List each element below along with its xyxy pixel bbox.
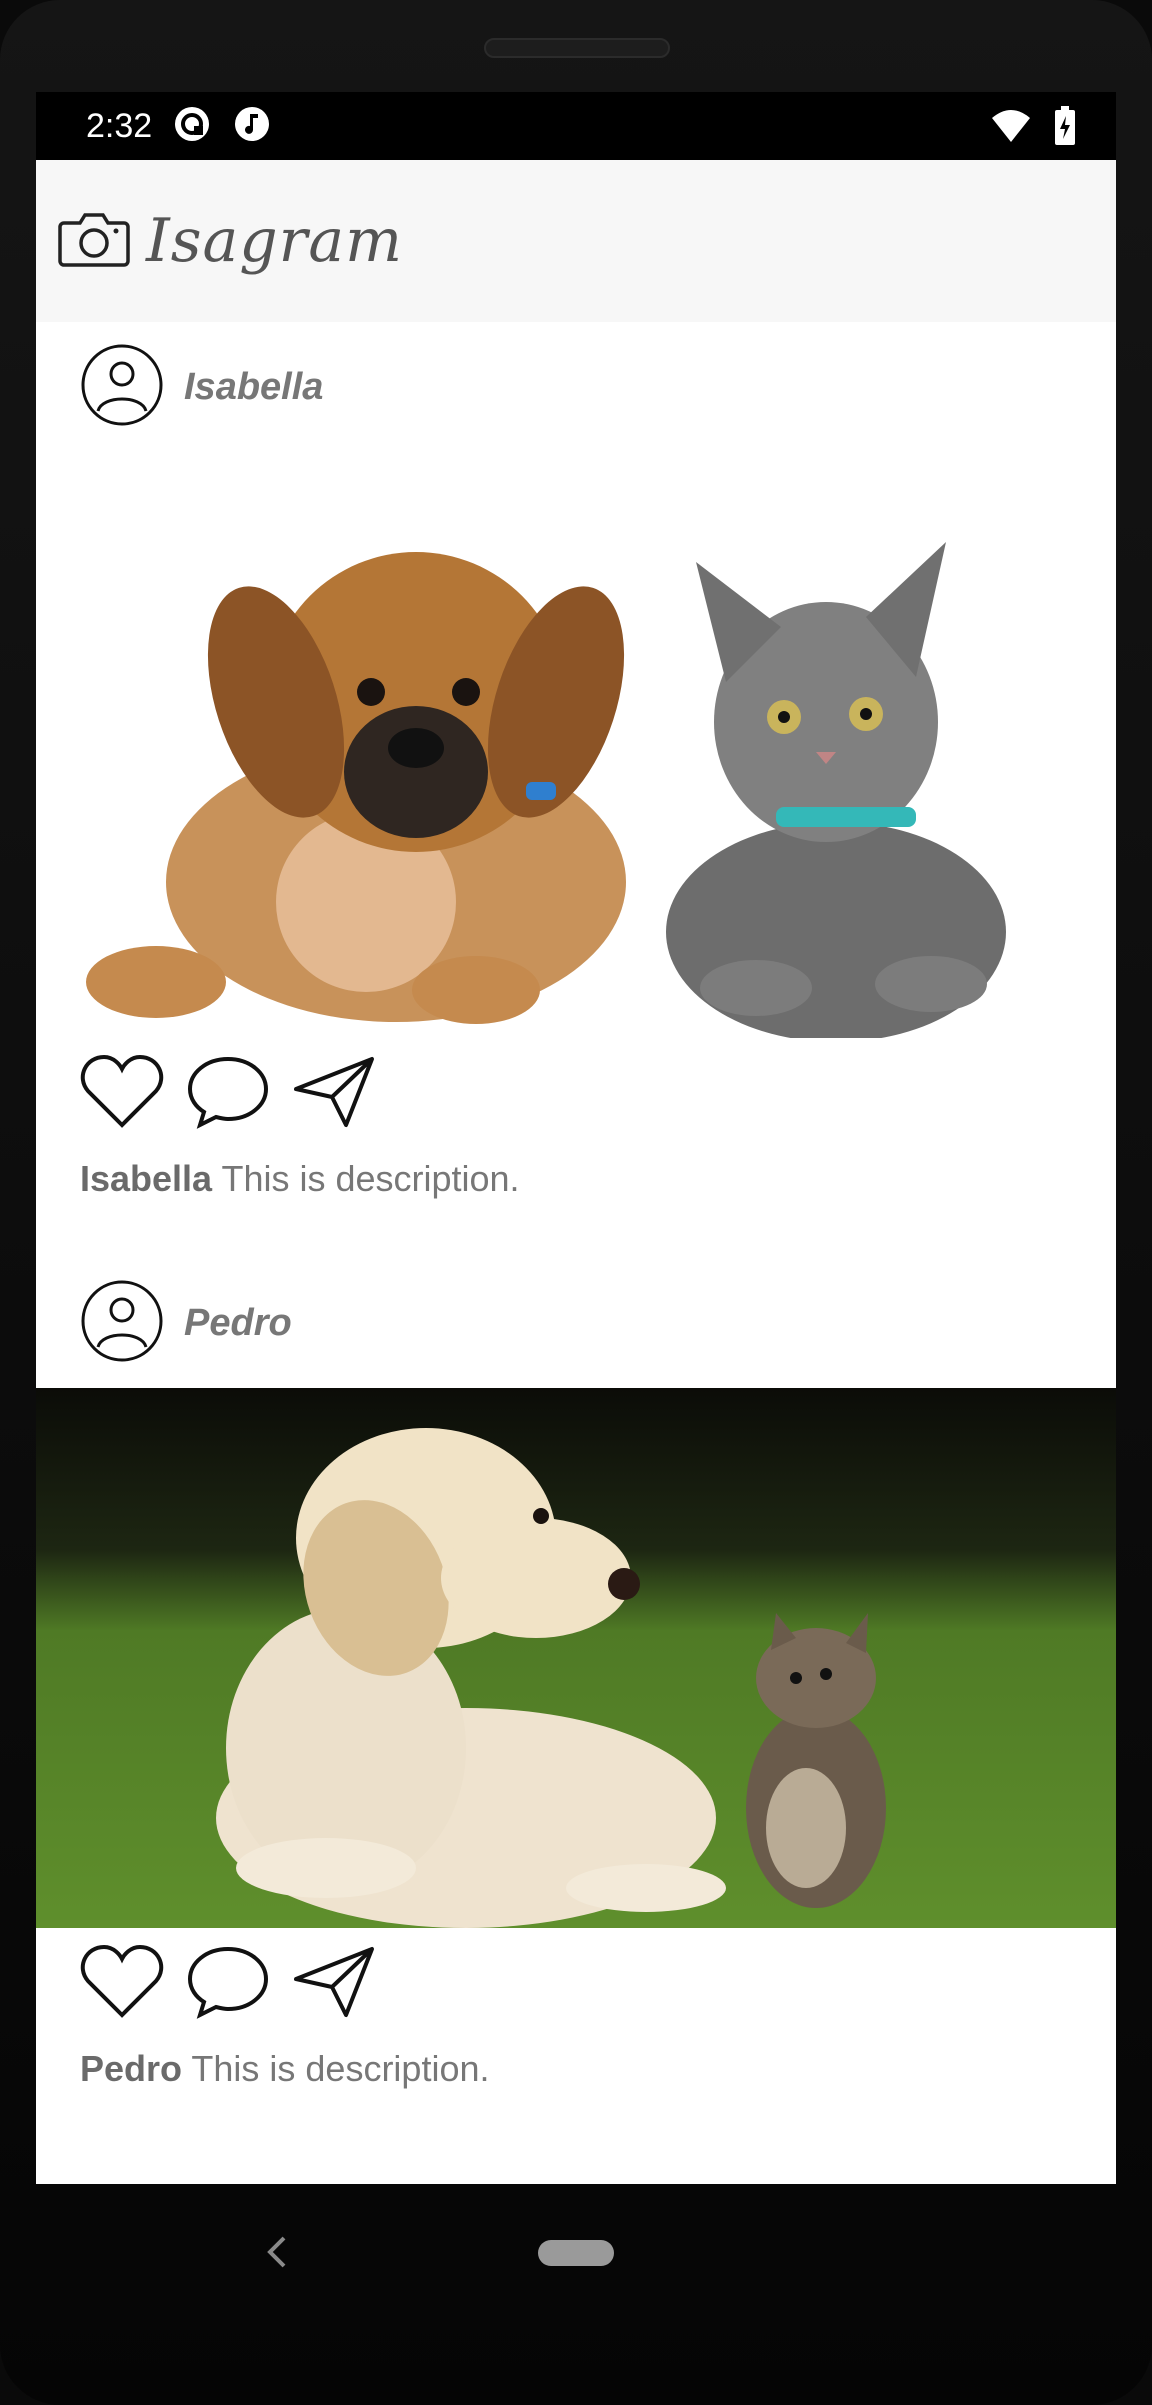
music-note-icon [232, 104, 272, 149]
navigation-bar [0, 2184, 1152, 2344]
status-time: 2:32 [86, 106, 153, 145]
screen: 2:32 Isagram Isabella Isabella This is d… [36, 92, 1116, 2184]
post-caption: Isabella This is description. [36, 1148, 1116, 1258]
sync-icon [172, 104, 212, 149]
post-actions [36, 1038, 1116, 1148]
caption-text: This is description. [191, 2048, 490, 2089]
caption-text: This is description. [221, 1158, 520, 1199]
post-username[interactable]: Isabella [184, 366, 323, 409]
caption-username[interactable]: Pedro [80, 2048, 182, 2089]
post-actions [36, 1928, 1116, 2038]
feed[interactable]: Isabella Isabella This is description. P… [36, 322, 1116, 2184]
camera-icon[interactable] [58, 209, 130, 274]
earpiece-speaker [484, 38, 670, 58]
post-caption: Pedro This is description. [36, 2038, 1116, 2184]
app-title: Isagram [146, 206, 404, 276]
comment-icon[interactable] [186, 1053, 270, 1134]
post-image[interactable] [36, 1388, 1116, 1928]
app-bar: Isagram [36, 160, 1116, 322]
post-image[interactable] [36, 452, 1116, 1038]
post-username[interactable]: Pedro [184, 1302, 292, 1345]
post-header: Isabella [36, 322, 1116, 452]
send-icon[interactable] [292, 1053, 376, 1134]
heart-icon[interactable] [80, 1053, 164, 1134]
comment-icon[interactable] [186, 1943, 270, 2024]
home-pill-icon[interactable] [538, 2240, 614, 2266]
post-header: Pedro [36, 1258, 1116, 1388]
device-frame: 2:32 Isagram Isabella Isabella This is d… [0, 0, 1152, 2405]
send-icon[interactable] [292, 1943, 376, 2024]
back-chevron-icon[interactable] [262, 2232, 292, 2277]
heart-icon[interactable] [80, 1943, 164, 2024]
caption-username[interactable]: Isabella [80, 1158, 212, 1199]
user-avatar-icon[interactable] [80, 343, 164, 432]
battery-charging-icon [1054, 106, 1076, 151]
wifi-icon [990, 108, 1032, 149]
status-bar: 2:32 [36, 92, 1116, 160]
user-avatar-icon[interactable] [80, 1279, 164, 1368]
